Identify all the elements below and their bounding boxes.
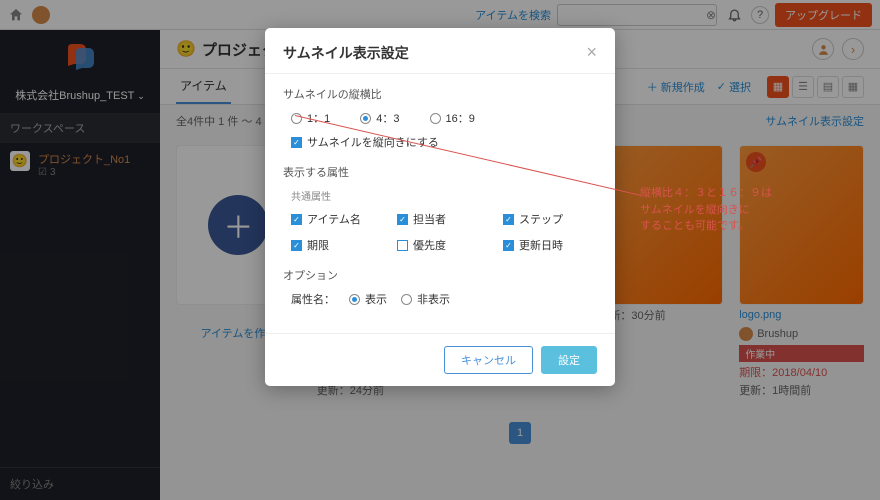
modal-title: サムネイル表示設定	[283, 43, 409, 63]
close-icon[interactable]: ×	[586, 42, 597, 63]
attr-checkbox[interactable]: 優先度	[397, 237, 491, 253]
ratio-label: サムネイルの縦横比	[283, 86, 597, 102]
modal-overlay[interactable]: サムネイル表示設定 × サムネイルの縦横比 1：14：316：9 ✓サムネイルを…	[0, 0, 880, 500]
attr-checkbox[interactable]: ✓担当者	[397, 211, 491, 227]
option-label: オプション	[283, 267, 597, 283]
attr-name-label: 属性名：	[291, 291, 335, 307]
ratio-option[interactable]: 16：9	[430, 110, 475, 126]
ratio-option[interactable]: 4：3	[360, 110, 399, 126]
show-radio[interactable]: 表示	[349, 291, 387, 307]
cancel-button[interactable]: キャンセル	[444, 346, 533, 374]
attr-checkbox[interactable]: ✓アイテム名	[291, 211, 385, 227]
common-attrs-label: 共通属性	[283, 188, 597, 203]
attr-checkbox[interactable]: ✓更新日時	[503, 237, 597, 253]
annotation-text: 縦横比４：３と１６：９は サムネイルを縦向きに することも可能です。	[640, 185, 772, 235]
ok-button[interactable]: 設定	[541, 346, 597, 374]
hide-radio[interactable]: 非表示	[401, 291, 450, 307]
attr-checkbox[interactable]: ✓ステップ	[503, 211, 597, 227]
attr-checkbox[interactable]: ✓期限	[291, 237, 385, 253]
attrs-label: 表示する属性	[283, 164, 597, 180]
thumbnail-settings-modal: サムネイル表示設定 × サムネイルの縦横比 1：14：316：9 ✓サムネイルを…	[265, 28, 615, 386]
